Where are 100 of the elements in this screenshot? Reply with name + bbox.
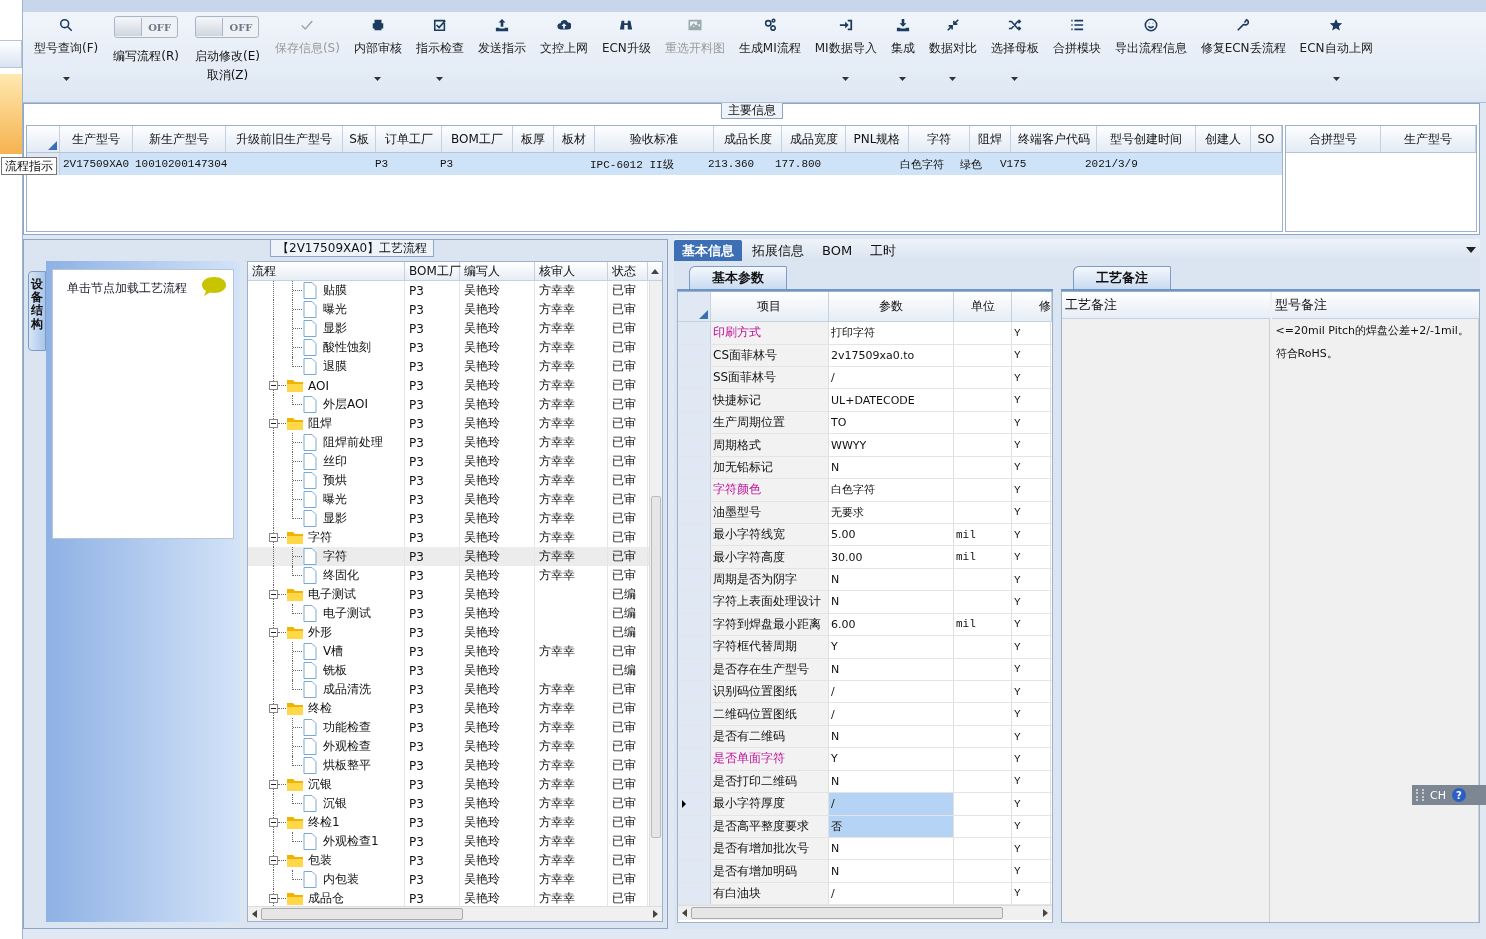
collapse-icon[interactable] <box>269 818 278 827</box>
tree-row[interactable]: 酸性蚀刻 P3 吴艳玲 方幸幸 已审 <box>248 338 649 357</box>
tree-row[interactable]: 显影 P3 吴艳玲 方幸幸 已审 <box>248 319 649 338</box>
tree-row[interactable]: 电子测试 P3 吴艳玲 已编 <box>248 585 649 604</box>
table-cell[interactable]: 白色字符 <box>829 479 954 501</box>
table-cell[interactable]: / <box>829 882 954 905</box>
collapse-icon[interactable] <box>269 419 278 428</box>
column-header[interactable]: 升级前旧生产型号 <box>226 126 343 152</box>
dropdown-icon[interactable] <box>1466 247 1476 253</box>
tab[interactable]: 拓展信息 <box>744 240 812 261</box>
table-cell[interactable]: UL+DATECODE <box>829 389 954 411</box>
tree-row[interactable]: 烘板整平 P3 吴艳玲 方幸幸 已审 <box>248 756 649 775</box>
tree-row[interactable]: 外观检查1 P3 吴艳玲 方幸幸 已审 <box>248 832 649 851</box>
tree-row[interactable]: 曝光 P3 吴艳玲 方幸幸 已审 <box>248 300 649 319</box>
toolbar-button[interactable]: 修复ECN丢流程 <box>1193 16 1293 92</box>
scrollbar[interactable] <box>248 906 662 921</box>
tree-row[interactable]: 丝印 P3 吴艳玲 方幸幸 已审 <box>248 452 649 471</box>
tree-row[interactable]: 包装 P3 吴艳玲 方幸幸 已审 <box>248 851 649 870</box>
collapse-icon[interactable] <box>269 628 278 637</box>
tree-row[interactable]: 铣板 P3 吴艳玲 已编 <box>248 661 649 680</box>
toolbar-button[interactable]: 数据对比 <box>921 16 984 92</box>
toolbar-button[interactable]: 集成 <box>883 16 922 92</box>
tree-row[interactable]: 内包装 P3 吴艳玲 方幸幸 已审 <box>248 870 649 889</box>
tree-row[interactable]: V槽 P3 吴艳玲 方幸幸 已审 <box>248 642 649 661</box>
table-cell[interactable]: N <box>829 591 954 613</box>
toolbar-button[interactable]: 导出流程信息 <box>1107 16 1194 92</box>
table-cell[interactable]: Y <box>829 748 954 770</box>
help-icon[interactable]: ? <box>1451 788 1466 802</box>
tree-row[interactable]: 退膜 P3 吴艳玲 方幸幸 已审 <box>248 357 649 376</box>
toolbar-button[interactable]: 指示检查 <box>408 16 471 92</box>
table-cell[interactable]: N <box>829 770 954 793</box>
table-cell[interactable]: N <box>829 837 954 860</box>
collapse-icon[interactable] <box>269 856 278 865</box>
column-header[interactable]: 板材 <box>554 126 595 152</box>
tree-row[interactable]: 外形 P3 吴艳玲 已编 <box>248 623 649 642</box>
column-header[interactable]: 新生产型号 <box>133 126 226 152</box>
column-header[interactable]: 流程 <box>248 262 405 280</box>
table-cell[interactable]: N <box>829 725 954 748</box>
ime-bar[interactable]: CH ? <box>1412 785 1486 805</box>
tree-row[interactable]: 沉银 P3 吴艳玲 方幸幸 已审 <box>248 794 649 813</box>
toolbar-button[interactable]: 发送指示 <box>470 16 533 92</box>
table-cell[interactable]: 30.00 <box>829 546 954 568</box>
toolbar-button[interactable]: 文控上网 <box>532 16 595 92</box>
tab[interactable]: 工艺备注 <box>1073 266 1171 289</box>
tree-row[interactable]: 终检 P3 吴艳玲 方幸幸 已审 <box>248 699 649 718</box>
toggle-switch[interactable]: OFF <box>114 16 179 38</box>
scroll-right-icon[interactable] <box>653 910 658 918</box>
toolbar-button[interactable]: 型号查询(F) <box>27 16 106 92</box>
tree-row[interactable]: 终固化 P3 吴艳玲 方幸幸 已审 <box>248 566 649 585</box>
column-header[interactable]: PNL规格 <box>846 126 909 152</box>
table-cell[interactable]: N <box>829 860 954 882</box>
scrollbar[interactable] <box>649 281 662 906</box>
toolbar-button[interactable]: ECN自动上网 <box>1292 16 1380 92</box>
toolbar-button[interactable]: MI数据导入 <box>807 16 884 92</box>
table-cell[interactable]: / <box>829 793 954 815</box>
side-tab[interactable]: 设备结构 <box>28 271 46 351</box>
tab[interactable]: BOM <box>814 240 861 261</box>
table-cell[interactable]: / <box>829 367 954 389</box>
column-header[interactable]: 单位 <box>953 292 1013 322</box>
column-header[interactable]: 生产型号 <box>60 126 133 152</box>
table-cell[interactable]: TO <box>829 411 954 434</box>
column-header[interactable]: SO <box>1251 126 1282 152</box>
tree-row[interactable]: AOI P3 吴艳玲 方幸幸 已审 <box>248 376 649 395</box>
column-header[interactable]: 参数 <box>828 292 954 322</box>
tree-row[interactable]: 贴膜 P3 吴艳玲 方幸幸 已审 <box>248 281 649 300</box>
column-header[interactable]: BOM工厂 <box>442 126 513 152</box>
column-header[interactable]: BOM工厂 <box>405 262 460 280</box>
column-header[interactable]: 生产型号 <box>1381 126 1476 152</box>
table-cell[interactable]: 5.00 <box>829 524 954 546</box>
tab[interactable]: 工时 <box>862 240 905 261</box>
tree-row[interactable]: 阻焊 P3 吴艳玲 方幸幸 已审 <box>248 414 649 433</box>
column-header[interactable]: 阻焊 <box>970 126 1011 152</box>
toolbar-button[interactable]: ECN升级 <box>594 16 658 92</box>
table-cell[interactable]: 无要求 <box>829 501 954 523</box>
column-header[interactable]: 型号创建时间 <box>1097 126 1196 152</box>
table-cell[interactable]: N <box>829 456 954 479</box>
column-header[interactable]: 项目 <box>711 292 829 322</box>
tree-row[interactable]: 终检1 P3 吴艳玲 方幸幸 已审 <box>248 813 649 832</box>
tab[interactable]: 基本参数 <box>689 266 787 289</box>
toggle-switch[interactable]: OFF <box>195 16 260 38</box>
column-header[interactable]: 合拼型号 <box>1286 126 1381 152</box>
table-cell[interactable]: / <box>829 703 954 725</box>
table-cell[interactable]: WWYY <box>829 434 954 456</box>
table-cell[interactable]: 6.00 <box>829 613 954 636</box>
tab[interactable]: 基本信息 <box>674 240 742 261</box>
collapse-icon[interactable] <box>269 894 278 903</box>
scroll-right-icon[interactable] <box>1043 909 1048 917</box>
column-header[interactable]: S板 <box>343 126 376 152</box>
column-header[interactable]: 成品宽度 <box>782 126 846 152</box>
column-header[interactable]: 字符 <box>909 126 970 152</box>
table-cell[interactable]: 2v17509xa0.to <box>829 344 954 367</box>
scrollbar-thumb[interactable] <box>691 907 1003 919</box>
scrollbar-thumb[interactable] <box>261 908 463 920</box>
table-cell[interactable]: N <box>829 568 954 591</box>
toolbar-button[interactable]: 选择母板 <box>983 16 1046 92</box>
collapse-icon[interactable] <box>269 704 278 713</box>
column-header[interactable]: 核审人 <box>535 262 608 280</box>
tree-row[interactable]: 外观检查 P3 吴艳玲 方幸幸 已审 <box>248 737 649 756</box>
scroll-up-icon[interactable] <box>651 268 659 274</box>
collapse-icon[interactable] <box>269 381 278 390</box>
